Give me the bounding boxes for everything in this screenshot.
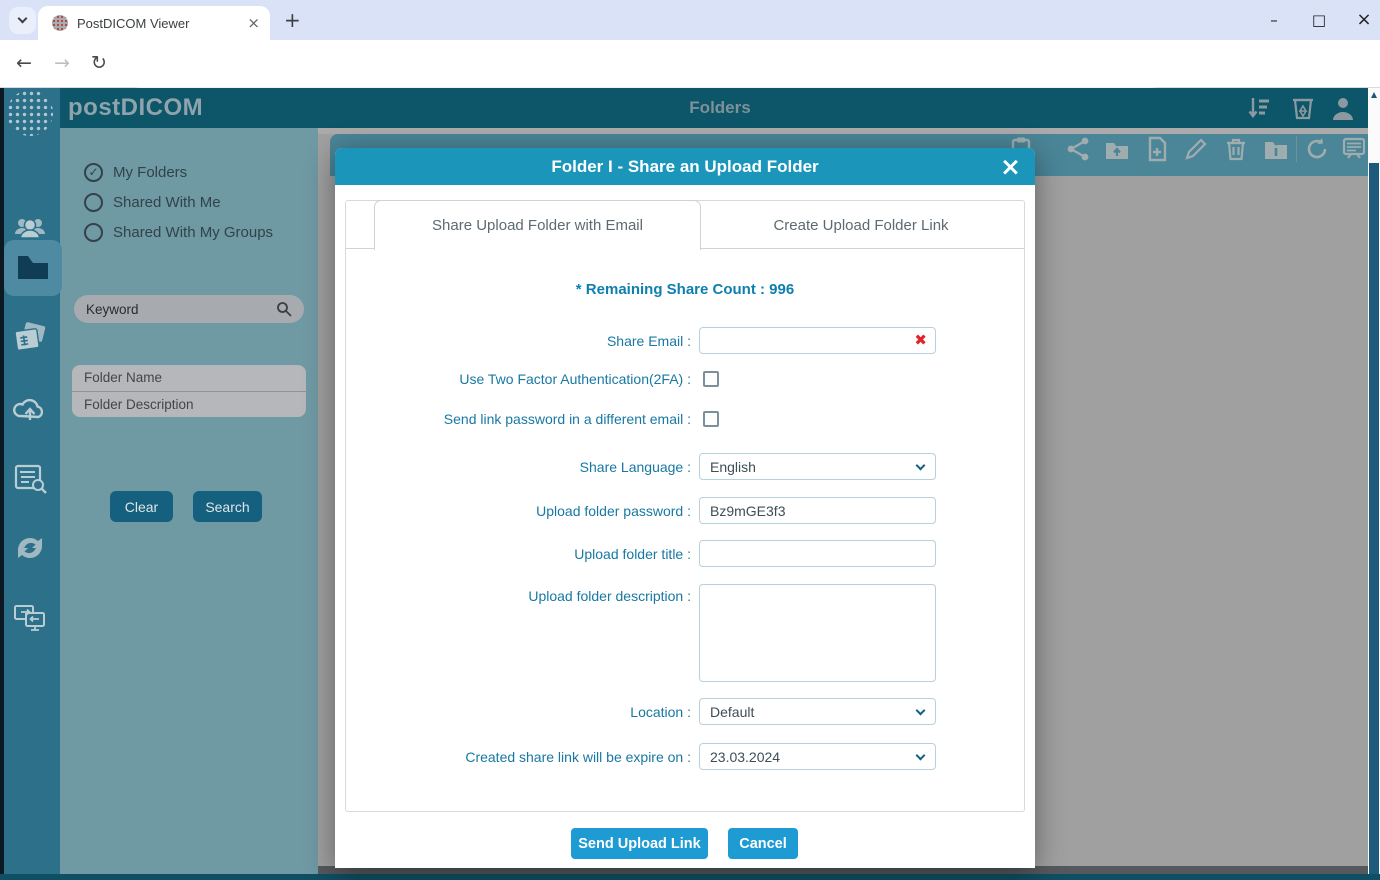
folder-description-textarea[interactable] xyxy=(699,584,936,682)
window-edge xyxy=(0,88,4,880)
toolbar-divider xyxy=(1296,136,1297,162)
browser-navbar: ← → ↻ germany.postdicom.com/Viewer/Main … xyxy=(0,40,1380,88)
share-upload-folder-dialog: Folder I - Share an Upload Folder × Shar… xyxy=(335,148,1035,868)
radio-shared-with-my-groups[interactable]: Shared With My Groups xyxy=(84,221,273,243)
folder-icon xyxy=(15,250,51,286)
worklist-search-icon[interactable] xyxy=(12,460,48,496)
folder-password-label: Upload folder password : xyxy=(346,503,691,519)
share-language-label: Share Language : xyxy=(346,459,691,475)
cloud-upload-icon[interactable] xyxy=(12,390,48,426)
sync-icon[interactable] xyxy=(12,530,48,566)
radio-my-folders[interactable]: ✓ My Folders xyxy=(84,161,187,183)
clear-button[interactable]: Clear xyxy=(110,491,173,522)
chevron-down-icon xyxy=(18,14,28,24)
keyword-search-box[interactable] xyxy=(74,295,304,323)
window-minimize-button[interactable]: – xyxy=(1252,0,1296,40)
window-close-button[interactable]: × xyxy=(1342,0,1380,40)
browser-tab-strip: PostDICOM Viewer × + – □ × xyxy=(0,0,1380,40)
share-language-select[interactable]: English xyxy=(699,453,936,480)
forward-icon[interactable]: → xyxy=(54,52,70,74)
expire-date-select[interactable]: 23.03.2024 xyxy=(699,743,936,770)
dialog-header: Folder I - Share an Upload Folder xyxy=(335,148,1035,185)
expire-date-label: Created share link will be expire on : xyxy=(346,749,691,765)
tab-share-with-email[interactable]: Share Upload Folder with Email xyxy=(374,200,701,250)
tab-search-button[interactable] xyxy=(9,7,36,34)
location-label: Location : xyxy=(346,704,691,720)
radio-icon xyxy=(84,193,103,212)
folder-info-icon[interactable] xyxy=(1263,136,1289,162)
app-header: postDICOM Folders xyxy=(0,88,1380,128)
send-upload-link-button[interactable]: Send Upload Link xyxy=(571,828,708,859)
main-sidebar xyxy=(0,88,60,880)
new-tab-button[interactable]: + xyxy=(284,6,301,34)
chevron-down-icon xyxy=(916,461,926,471)
keyword-input[interactable] xyxy=(86,302,276,317)
radio-label: Shared With Me xyxy=(113,194,221,211)
postdicom-logo-icon xyxy=(7,90,53,136)
tab-create-link[interactable]: Create Upload Folder Link xyxy=(706,201,1016,249)
search-icon xyxy=(276,301,292,317)
back-icon[interactable]: ← xyxy=(16,52,32,74)
dialog-tabs: Share Upload Folder with Email Create Up… xyxy=(346,201,1024,249)
two-factor-checkbox[interactable] xyxy=(703,371,719,387)
folder-password-input[interactable] xyxy=(699,497,936,524)
scroll-up-arrow-icon[interactable] xyxy=(1371,92,1377,98)
location-value: Default xyxy=(710,704,754,720)
tab-title: PostDICOM Viewer xyxy=(77,16,247,31)
delete-trash-icon[interactable] xyxy=(1223,136,1249,162)
expire-date-value: 23.03.2024 xyxy=(710,749,780,765)
browser-tab[interactable]: PostDICOM Viewer × xyxy=(38,6,270,40)
send-password-label: Send link password in a different email … xyxy=(346,411,691,427)
folder-filter-panel: ✓ My Folders Shared With Me Shared With … xyxy=(60,128,318,880)
account-icon[interactable] xyxy=(1330,95,1356,121)
page-scrollbar[interactable] xyxy=(1368,88,1380,880)
radio-selected-icon: ✓ xyxy=(84,163,103,182)
share-icon[interactable] xyxy=(1065,136,1091,162)
cancel-button[interactable]: Cancel xyxy=(728,828,798,859)
email-error-icon[interactable]: ✖ xyxy=(914,331,927,349)
recycle-bin-icon[interactable] xyxy=(1290,95,1316,121)
print-icon[interactable] xyxy=(1341,136,1367,162)
window-maximize-button[interactable]: □ xyxy=(1297,0,1341,40)
postdicom-favicon-icon xyxy=(52,15,68,31)
filter-folder-name[interactable]: Folder Name xyxy=(72,365,306,391)
reload-icon[interactable]: ↻ xyxy=(91,52,107,74)
search-button[interactable]: Search xyxy=(193,491,262,522)
share-email-input[interactable] xyxy=(699,327,936,354)
filter-field-list: Folder Name Folder Description xyxy=(72,365,306,417)
dialog-close-icon[interactable]: × xyxy=(1000,151,1021,182)
radio-label: Shared With My Groups xyxy=(113,224,273,241)
filter-folder-description[interactable]: Folder Description xyxy=(72,391,306,417)
page-title: Folders xyxy=(60,88,1380,128)
chevron-down-icon xyxy=(916,751,926,761)
radio-label: My Folders xyxy=(113,164,187,181)
folder-description-label: Upload folder description : xyxy=(346,584,691,604)
close-tab-icon[interactable]: × xyxy=(247,14,260,32)
folder-title-label: Upload folder title : xyxy=(346,546,691,562)
share-language-value: English xyxy=(710,459,756,475)
remote-view-icon[interactable] xyxy=(12,600,48,636)
page-bottom-strip xyxy=(0,874,1380,880)
dialog-title: Folder I - Share an Upload Folder xyxy=(551,157,818,177)
scrollbar-thumb[interactable] xyxy=(1369,163,1379,880)
folder-upload-icon[interactable] xyxy=(1104,136,1130,162)
dialog-body: Share Upload Folder with Email Create Up… xyxy=(345,200,1025,812)
add-document-icon[interactable] xyxy=(1144,136,1170,162)
radio-icon xyxy=(84,223,103,242)
refresh-icon[interactable] xyxy=(1304,136,1330,162)
remaining-share-count: * Remaining Share Count : 996 xyxy=(346,281,1024,298)
chevron-down-icon xyxy=(916,706,926,716)
send-password-checkbox[interactable] xyxy=(703,411,719,427)
share-email-label: Share Email : xyxy=(346,333,691,349)
studies-icon[interactable] xyxy=(12,320,48,356)
two-factor-label: Use Two Factor Authentication(2FA) : xyxy=(346,371,691,387)
radio-shared-with-me[interactable]: Shared With Me xyxy=(84,191,221,213)
sort-icon[interactable] xyxy=(1246,95,1272,121)
folder-title-input[interactable] xyxy=(699,540,936,567)
location-select[interactable]: Default xyxy=(699,698,936,725)
edit-pencil-icon[interactable] xyxy=(1183,136,1209,162)
